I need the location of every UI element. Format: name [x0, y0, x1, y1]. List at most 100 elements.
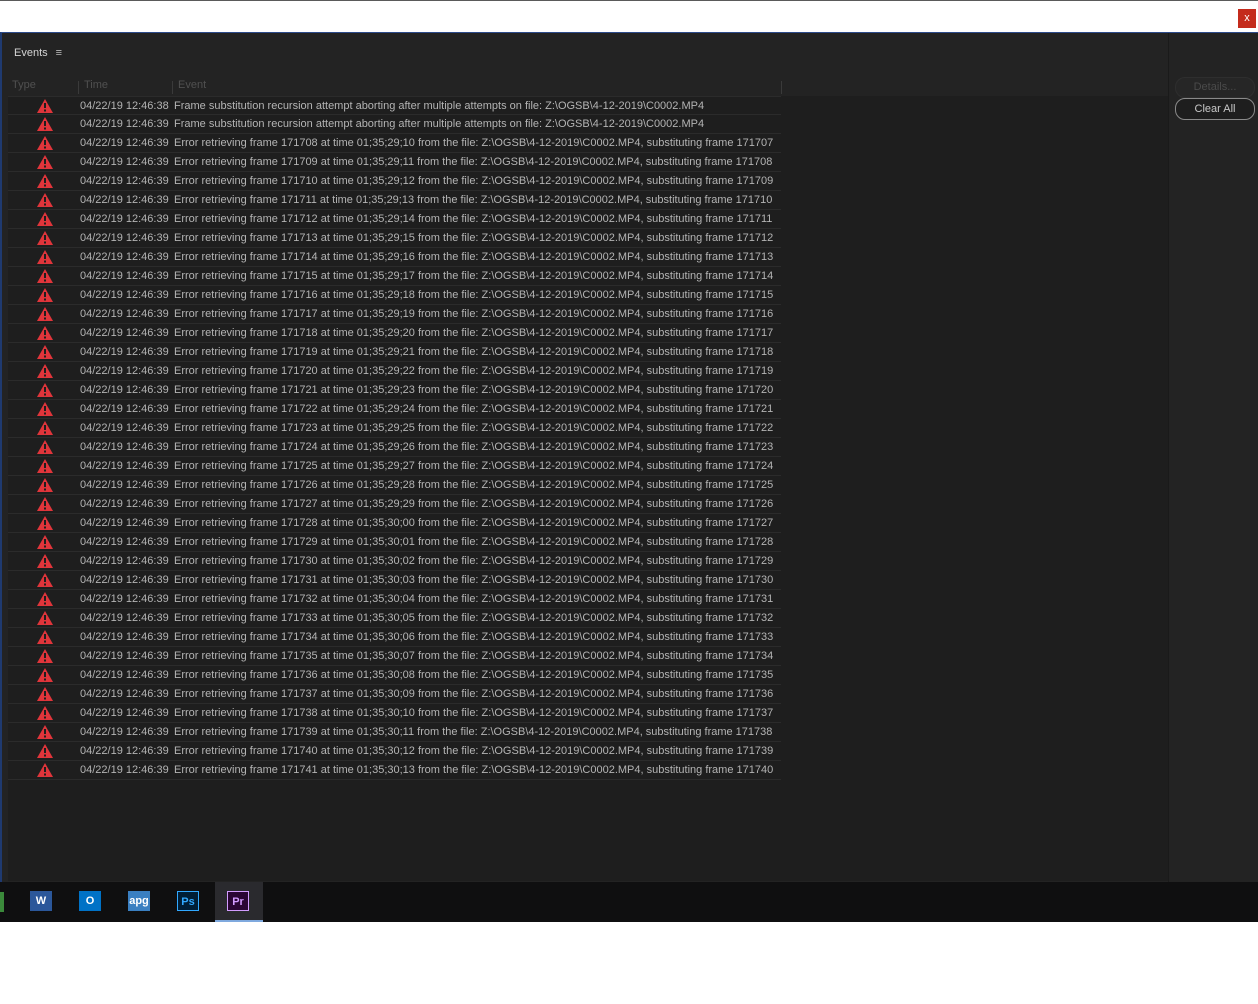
- event-message: Error retrieving frame 171728 at time 01…: [174, 517, 774, 529]
- taskbar-apg-button[interactable]: apg: [116, 882, 164, 922]
- outlook-icon: O: [79, 891, 101, 911]
- taskbar-word-button[interactable]: W: [18, 882, 66, 922]
- event-message: Error retrieving frame 171727 at time 01…: [174, 498, 774, 510]
- event-time: 04/22/19 12:46:38: [80, 100, 169, 112]
- close-button[interactable]: x: [1238, 9, 1256, 28]
- premiere-icon: Pr: [227, 891, 249, 911]
- warning-icon: [37, 421, 53, 435]
- event-row[interactable]: 04/22/19 12:46:39 Error retrieving frame …: [8, 590, 781, 609]
- warning-icon: [37, 155, 53, 169]
- event-message: Error retrieving frame 171721 at time 01…: [174, 384, 774, 396]
- taskbar-premiere-button[interactable]: Pr: [215, 882, 263, 922]
- column-divider[interactable]: [781, 81, 782, 94]
- event-message: Error retrieving frame 171713 at time 01…: [174, 232, 774, 244]
- event-row[interactable]: 04/22/19 12:46:39 Error retrieving frame …: [8, 305, 781, 324]
- panel-title[interactable]: Events: [14, 47, 48, 59]
- event-row[interactable]: 04/22/19 12:46:39 Error retrieving frame …: [8, 229, 781, 248]
- event-message: Error retrieving frame 171726 at time 01…: [174, 479, 774, 491]
- event-row[interactable]: 04/22/19 12:46:39 Error retrieving frame …: [8, 400, 781, 419]
- event-message: Error retrieving frame 171730 at time 01…: [174, 555, 774, 567]
- event-row[interactable]: 04/22/19 12:46:39 Error retrieving frame …: [8, 571, 781, 590]
- column-header-type[interactable]: Type: [12, 79, 36, 91]
- event-row[interactable]: 04/22/19 12:46:39 Error retrieving frame …: [8, 324, 781, 343]
- warning-icon: [37, 763, 53, 777]
- event-row[interactable]: 04/22/19 12:46:39 Error retrieving frame …: [8, 761, 781, 780]
- event-time: 04/22/19 12:46:39: [80, 612, 169, 624]
- event-row[interactable]: 04/22/19 12:46:38 Frame substitution recu…: [8, 96, 781, 115]
- event-row[interactable]: 04/22/19 12:46:39 Error retrieving frame …: [8, 495, 781, 514]
- event-row[interactable]: 04/22/19 12:46:39 Error retrieving frame …: [8, 457, 781, 476]
- event-row[interactable]: 04/22/19 12:46:39 Error retrieving frame …: [8, 742, 781, 761]
- event-time: 04/22/19 12:46:39: [80, 479, 169, 491]
- column-header-time[interactable]: Time: [84, 79, 108, 91]
- taskbar: W Oapg Ps Pr: [0, 882, 1258, 922]
- event-row[interactable]: 04/22/19 12:46:39 Error retrieving frame …: [8, 286, 781, 305]
- event-row[interactable]: 04/22/19 12:46:39 Error retrieving frame …: [8, 609, 781, 628]
- event-row[interactable]: 04/22/19 12:46:39 Error retrieving frame …: [8, 248, 781, 267]
- column-divider[interactable]: [78, 81, 79, 94]
- column-header-event[interactable]: Event: [178, 79, 206, 91]
- taskbar-edge-app[interactable]: [0, 892, 4, 912]
- event-row[interactable]: 04/22/19 12:46:39 Error retrieving frame …: [8, 628, 781, 647]
- taskbar-photoshop-button[interactable]: Ps: [165, 882, 213, 922]
- warning-icon: [37, 554, 53, 568]
- event-time: 04/22/19 12:46:39: [80, 593, 169, 605]
- event-row[interactable]: 04/22/19 12:46:39 Error retrieving frame …: [8, 552, 781, 571]
- event-row[interactable]: 04/22/19 12:46:39 Error retrieving frame …: [8, 362, 781, 381]
- event-row[interactable]: 04/22/19 12:46:39 Error retrieving frame …: [8, 438, 781, 457]
- event-row[interactable]: 04/22/19 12:46:39 Error retrieving frame …: [8, 533, 781, 552]
- event-row[interactable]: 04/22/19 12:46:39 Error retrieving frame …: [8, 191, 781, 210]
- event-message: Error retrieving frame 171708 at time 01…: [174, 137, 774, 149]
- warning-icon: [37, 440, 53, 454]
- event-time: 04/22/19 12:46:39: [80, 289, 169, 301]
- column-divider[interactable]: [172, 81, 173, 94]
- warning-icon: [37, 535, 53, 549]
- warning-icon: [37, 383, 53, 397]
- event-time: 04/22/19 12:46:39: [80, 327, 169, 339]
- event-time: 04/22/19 12:46:39: [80, 365, 169, 377]
- warning-icon: [37, 99, 53, 113]
- warning-icon: [37, 136, 53, 150]
- event-time: 04/22/19 12:46:39: [80, 726, 169, 738]
- event-row[interactable]: 04/22/19 12:46:39 Error retrieving frame …: [8, 514, 781, 533]
- event-row[interactable]: 04/22/19 12:46:39 Error retrieving frame …: [8, 267, 781, 286]
- event-message: Error retrieving frame 171741 at time 01…: [174, 764, 774, 776]
- event-row[interactable]: 04/22/19 12:46:39 Error retrieving frame …: [8, 172, 781, 191]
- event-time: 04/22/19 12:46:39: [80, 156, 169, 168]
- taskbar-outlook-button[interactable]: O: [67, 882, 115, 922]
- warning-icon: [37, 459, 53, 473]
- event-row[interactable]: 04/22/19 12:46:39 Error retrieving frame …: [8, 685, 781, 704]
- event-row[interactable]: 04/22/19 12:46:39 Error retrieving frame …: [8, 476, 781, 495]
- warning-icon: [37, 269, 53, 283]
- event-message: Error retrieving frame 171709 at time 01…: [174, 156, 773, 168]
- event-message: Error retrieving frame 171723 at time 01…: [174, 422, 774, 434]
- warning-icon: [37, 117, 53, 131]
- clear-all-button[interactable]: Clear All: [1175, 98, 1255, 120]
- event-message: Error retrieving frame 171711 at time 01…: [174, 194, 773, 206]
- event-row[interactable]: 04/22/19 12:46:39 Error retrieving frame …: [8, 381, 781, 400]
- event-time: 04/22/19 12:46:39: [80, 403, 169, 415]
- panel-header: Events ≡: [14, 45, 62, 61]
- event-row[interactable]: 04/22/19 12:46:39 Error retrieving frame …: [8, 723, 781, 742]
- photoshop-icon: Ps: [177, 891, 199, 911]
- event-row[interactable]: 04/22/19 12:46:39 Error retrieving frame …: [8, 419, 781, 438]
- event-row[interactable]: 04/22/19 12:46:39 Error retrieving frame …: [8, 153, 781, 172]
- warning-icon: [37, 649, 53, 663]
- event-row[interactable]: 04/22/19 12:46:39 Error retrieving frame …: [8, 343, 781, 362]
- event-message: Error retrieving frame 171715 at time 01…: [174, 270, 774, 282]
- event-message: Error retrieving frame 171737 at time 01…: [174, 688, 774, 700]
- event-list[interactable]: 04/22/19 12:46:38 Frame substitution recu…: [8, 96, 1168, 881]
- event-time: 04/22/19 12:46:39: [80, 650, 169, 662]
- panel-menu-icon[interactable]: ≡: [56, 47, 62, 59]
- event-time: 04/22/19 12:46:39: [80, 517, 169, 529]
- event-row[interactable]: 04/22/19 12:46:39 Frame substitution recu…: [8, 115, 781, 134]
- event-row[interactable]: 04/22/19 12:46:39 Error retrieving frame …: [8, 134, 781, 153]
- details-button[interactable]: Details...: [1175, 77, 1255, 98]
- event-row[interactable]: 04/22/19 12:46:39 Error retrieving frame …: [8, 210, 781, 229]
- event-row[interactable]: 04/22/19 12:46:39 Error retrieving frame …: [8, 666, 781, 685]
- warning-icon: [37, 478, 53, 492]
- event-message: Error retrieving frame 171729 at time 01…: [174, 536, 774, 548]
- warning-icon: [37, 288, 53, 302]
- event-row[interactable]: 04/22/19 12:46:39 Error retrieving frame …: [8, 704, 781, 723]
- event-row[interactable]: 04/22/19 12:46:39 Error retrieving frame …: [8, 647, 781, 666]
